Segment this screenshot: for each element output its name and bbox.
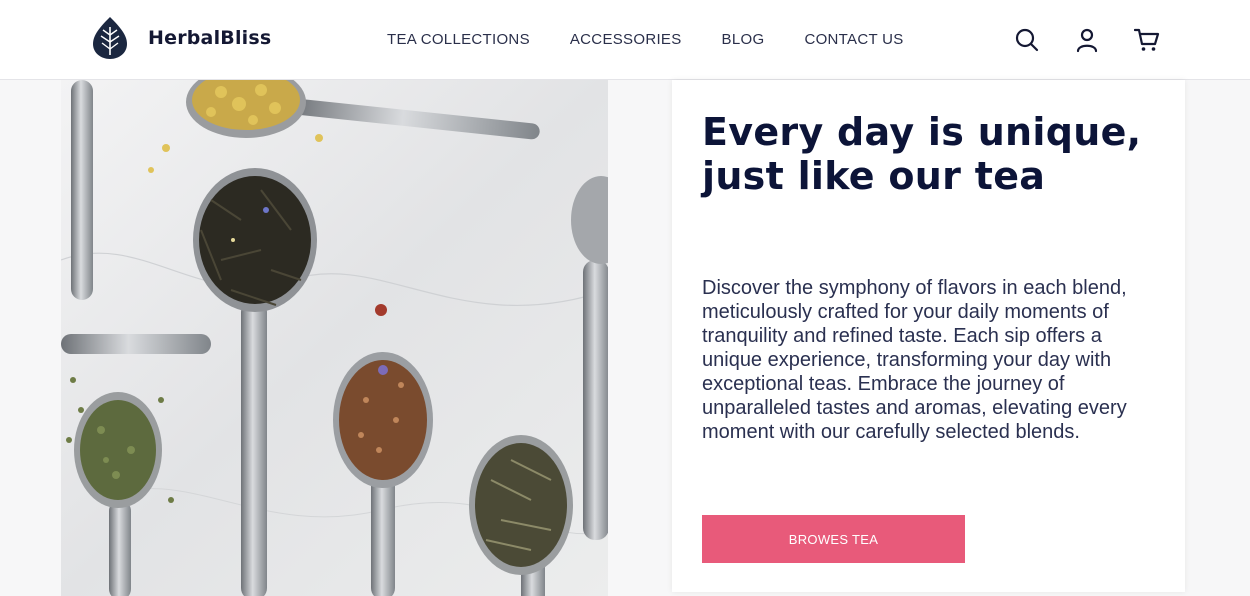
brand-logo[interactable]: HerbalBliss <box>92 16 271 60</box>
search-icon[interactable] <box>1014 27 1040 53</box>
hero-title: Every day is unique, just like our tea <box>702 110 1142 198</box>
header-icons <box>1014 27 1160 53</box>
nav-accessories[interactable]: ACCESSORIES <box>570 31 682 48</box>
main-nav: TEA COLLECTIONS ACCESSORIES BLOG CONTACT… <box>387 31 944 48</box>
hero-description: Discover the symphony of flavors in each… <box>702 277 1127 443</box>
nav-blog[interactable]: BLOG <box>722 31 765 48</box>
leaf-logo-icon <box>93 17 127 59</box>
brand-name: HerbalBliss <box>148 27 272 49</box>
cart-icon[interactable] <box>1133 27 1160 53</box>
nav-tea-collections[interactable]: TEA COLLECTIONS <box>387 31 530 48</box>
hero-card: Every day is unique, just like our tea D… <box>672 80 1185 592</box>
nav-contact-us[interactable]: CONTACT US <box>804 31 903 48</box>
browse-tea-button[interactable]: BROWES TEA <box>702 515 965 563</box>
site-header: HerbalBliss TEA COLLECTIONS ACCESSORIES … <box>0 0 1250 80</box>
tea-spoons-photo <box>61 80 608 596</box>
user-icon[interactable] <box>1074 27 1100 53</box>
